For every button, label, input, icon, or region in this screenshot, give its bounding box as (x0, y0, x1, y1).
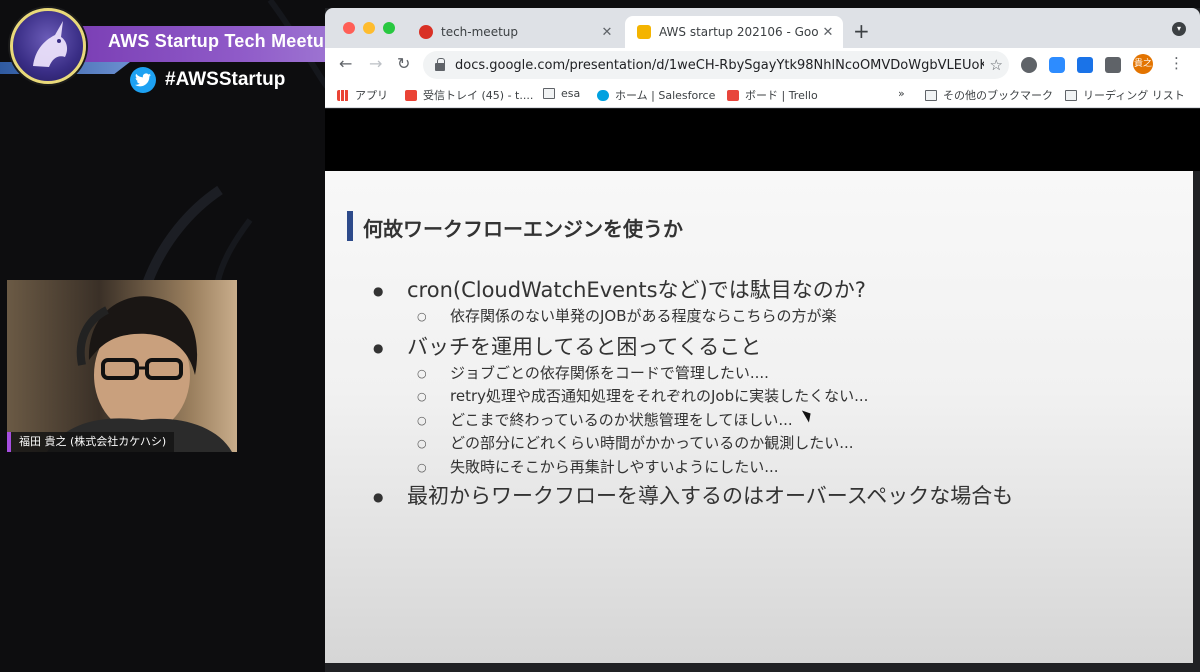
reading-list[interactable]: リーディング リスト (1065, 87, 1185, 103)
folder-icon (543, 88, 555, 99)
presentation-slide: 何故ワークフローエンジンを使うか cron(CloudWatchEventsなど… (325, 171, 1193, 663)
tab-label: AWS startup 202106 - Google (659, 25, 819, 39)
bookmark-gmail[interactable]: 受信トレイ (45) - t.... (405, 87, 533, 103)
unicorn-logo-icon (10, 8, 86, 84)
apps-grid-icon (337, 89, 349, 101)
speaker-name-label: 福田 貴之 (株式会社カケハシ) (7, 432, 175, 452)
trello-icon (727, 89, 739, 101)
bookmark-label: ホーム | Salesforce (615, 89, 716, 102)
page-top-area (325, 109, 1200, 171)
folder-icon (925, 89, 937, 101)
bookmark-label: その他のブックマーク (943, 89, 1053, 102)
reading-list-icon (1065, 89, 1077, 101)
close-window-button[interactable] (343, 22, 355, 34)
lock-icon (435, 58, 445, 71)
close-tab-icon[interactable]: ✕ (819, 25, 837, 40)
chrome-favicon-icon (419, 25, 433, 39)
bookmark-label: アプリ (355, 89, 388, 102)
sub-bullet-item: どの部分にどれくらい時間がかかっているのか観測したい... (365, 432, 1165, 456)
twitter-icon (130, 67, 156, 93)
speaker-webcam (7, 280, 237, 452)
tab-aws-startup-slides[interactable]: AWS startup 202106 - Google ✕ (625, 16, 843, 48)
slide-title: 何故ワークフローエンジンを使うか (363, 217, 683, 241)
browser-menu-icon[interactable]: ⋮ (1169, 54, 1184, 72)
bookmark-other[interactable]: その他のブックマーク (925, 87, 1053, 103)
tab-label: tech-meetup (441, 25, 519, 39)
google-slides-icon (637, 25, 651, 39)
extension-icon[interactable] (1021, 57, 1037, 73)
new-tab-button[interactable]: + (853, 19, 870, 43)
browser-toolbar: ← → ↻ docs.google.com/presentation/d/1we… (325, 48, 1200, 82)
tool-extension-icon[interactable] (1077, 57, 1093, 73)
bookmark-star-icon[interactable]: ☆ (990, 56, 1003, 74)
bookmark-salesforce[interactable]: ホーム | Salesforce (597, 87, 715, 103)
bookmark-apps[interactable]: アプリ (337, 87, 388, 103)
sub-bullet-item: 失敗時にそこから再集計しやすいようにしたい... (365, 456, 1165, 480)
sub-bullet-item: retry処理や成否通知処理をそれぞれのJobに実装したくない... (365, 385, 1165, 409)
banner-title: AWS Startup Tech Meetup (108, 31, 336, 51)
bullet-item: バッチを運用してると困ってくること (365, 332, 1165, 363)
sub-bullet-item: ジョブごとの依存関係をコードで管理したい.... (365, 362, 1165, 386)
forward-icon[interactable]: → (369, 54, 382, 73)
tab-search-icon[interactable]: ▾ (1172, 22, 1186, 36)
puzzle-extensions-icon[interactable] (1105, 57, 1121, 73)
gmail-icon (405, 89, 417, 101)
salesforce-icon (597, 89, 609, 101)
tab-strip: tech-meetup ✕ AWS startup 202106 - Googl… (325, 8, 1200, 48)
address-bar[interactable]: docs.google.com/presentation/d/1weCH-Rby… (423, 51, 1009, 79)
minimize-window-button[interactable] (363, 22, 375, 34)
bookmark-label: 受信トレイ (45) - t.... (423, 89, 534, 102)
bookmark-trello[interactable]: ボード | Trello (727, 87, 818, 103)
bullet-item: 最初からワークフローを導入するのはオーバースペックな場合も (365, 481, 1165, 512)
bookmark-esa[interactable]: esa (543, 87, 580, 100)
banner-hashtag: #AWSStartup (165, 69, 286, 90)
tab-tech-meetup[interactable]: tech-meetup ✕ (407, 16, 622, 48)
back-icon[interactable]: ← (339, 54, 352, 73)
url-text: docs.google.com/presentation/d/1weCH-Rby… (455, 57, 984, 73)
profile-avatar[interactable]: 貴之 (1133, 54, 1153, 74)
maximize-window-button[interactable] (383, 22, 395, 34)
bookmarks-bar: アプリ 受信トレイ (45) - t.... esa ホーム | Salesfo… (325, 82, 1200, 108)
bookmark-label: ボード | Trello (745, 89, 818, 102)
slide-bullets: cron(CloudWatchEventsなど)では駄目なのか? 依存関係のない… (365, 275, 1165, 512)
bullet-item: cron(CloudWatchEventsなど)では駄目なのか? (365, 275, 1165, 306)
sub-bullet-item: 依存関係のない単発のJOBがある程度ならこちらの方が楽 (365, 305, 1165, 329)
bookmark-label: リーディング リスト (1083, 89, 1185, 102)
browser-window: tech-meetup ✕ AWS startup 202106 - Googl… (325, 8, 1200, 672)
close-tab-icon[interactable]: ✕ (598, 25, 616, 40)
sub-bullet-item: どこまで終わっているのか状態管理をしてほしい... (365, 409, 1165, 433)
bookmark-label: esa (561, 87, 581, 100)
slide-title-accent (347, 211, 353, 241)
reload-icon[interactable]: ↻ (397, 54, 410, 73)
zoom-extension-icon[interactable] (1049, 57, 1065, 73)
bookmarks-overflow[interactable]: » (898, 87, 905, 100)
